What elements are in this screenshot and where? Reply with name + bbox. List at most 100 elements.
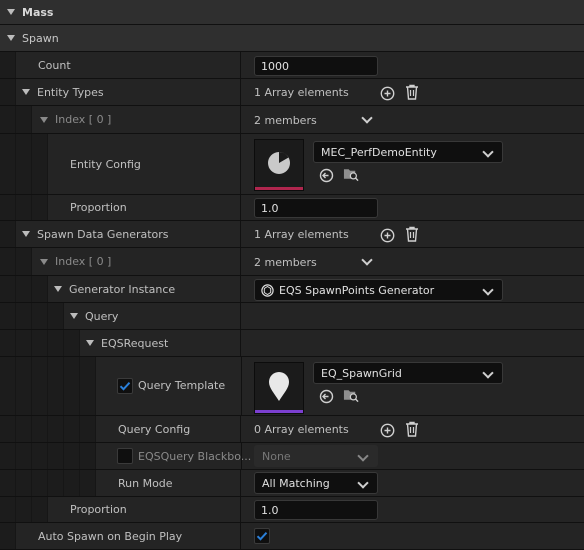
indent-gutter xyxy=(32,357,48,415)
class-icon xyxy=(261,283,274,297)
mass-category-header[interactable]: Mass xyxy=(0,0,584,25)
map-pin-icon xyxy=(269,372,289,401)
eqs-blackboard-row: EQSQuery Blackbo... None xyxy=(0,443,584,470)
count-input[interactable]: 1000 xyxy=(254,56,378,76)
collapse-arrow-icon[interactable] xyxy=(22,89,30,95)
query-template-thumbnail[interactable] xyxy=(254,362,304,414)
generator-instance-dropdown[interactable]: EQS SpawnPoints Generator xyxy=(254,279,503,301)
proportion-input[interactable]: 1.0 xyxy=(254,198,378,218)
use-selected-icon[interactable] xyxy=(318,388,334,404)
entity-types-summary: 1 Array elements xyxy=(254,86,349,99)
proportion-input[interactable]: 1.0 xyxy=(254,500,378,520)
generator-instance-row[interactable]: Generator Instance EQS SpawnPoints Gener… xyxy=(0,276,584,303)
checkmark-icon xyxy=(119,382,131,391)
auto-spawn-row: Auto Spawn on Begin Play xyxy=(0,523,584,550)
collapse-arrow-icon[interactable] xyxy=(40,116,48,123)
entity-types-row[interactable]: Entity Types 1 Array elements xyxy=(0,79,584,106)
eqs-blackboard-value: None xyxy=(262,449,291,463)
entity-types-index-row[interactable]: Index [ 0 ] 2 members xyxy=(0,106,584,134)
auto-spawn-label: Auto Spawn on Begin Play xyxy=(38,529,183,543)
checkmark-icon xyxy=(256,532,268,541)
mass-category-label: Mass xyxy=(22,5,54,19)
eqs-blackboard-dropdown[interactable]: None xyxy=(254,445,378,467)
indent-gutter xyxy=(48,443,64,469)
indent-gutter xyxy=(32,443,48,469)
add-element-icon[interactable] xyxy=(379,422,395,438)
chevron-down-icon[interactable] xyxy=(361,254,373,266)
add-element-icon[interactable] xyxy=(379,227,395,243)
run-mode-value: All Matching xyxy=(262,476,330,490)
indent-gutter xyxy=(64,357,80,415)
chevron-down-icon xyxy=(357,477,369,489)
browse-asset-icon[interactable] xyxy=(343,166,359,182)
query-config-row: Query Config 0 Array elements xyxy=(0,416,584,443)
collapse-arrow-icon[interactable] xyxy=(22,231,30,237)
data-asset-pie-icon xyxy=(268,152,290,174)
entity-config-label: Entity Config xyxy=(70,157,141,171)
spawn-data-generators-summary: 1 Array elements xyxy=(254,228,349,241)
collapse-arrow-icon xyxy=(7,35,15,41)
indent-gutter xyxy=(16,357,32,415)
query-template-checkbox[interactable] xyxy=(117,378,133,394)
eqs-blackboard-label: EQSQuery Blackbo... xyxy=(138,450,252,463)
trash-icon[interactable] xyxy=(404,421,420,437)
trash-icon[interactable] xyxy=(404,226,420,242)
indent-gutter xyxy=(0,443,16,469)
spawn-category-label: Spawn xyxy=(22,31,59,45)
entity-config-asset-picker[interactable]: MEC_PerfDemoEntity xyxy=(313,141,503,163)
query-config-label: Query Config xyxy=(118,422,191,436)
trash-icon[interactable] xyxy=(404,84,420,100)
query-template-label: Query Template xyxy=(138,379,226,392)
run-mode-dropdown[interactable]: All Matching xyxy=(254,472,378,494)
query-template-asset-name: EQ_SpawnGrid xyxy=(321,366,402,380)
entity-config-thumbnail[interactable] xyxy=(254,139,304,191)
indent-gutter xyxy=(16,443,32,469)
indent-gutter xyxy=(0,357,16,415)
asset-type-bar xyxy=(255,187,303,190)
chevron-down-icon[interactable] xyxy=(361,112,373,124)
column-divider xyxy=(241,357,242,415)
query-template-asset-picker[interactable]: EQ_SpawnGrid xyxy=(313,362,503,384)
entity-proportion-row: Proportion 1.0 xyxy=(0,195,584,221)
column-divider xyxy=(241,443,242,469)
generator-instance-label: Generator Instance xyxy=(69,282,176,296)
add-element-icon[interactable] xyxy=(379,85,395,101)
collapse-arrow-icon[interactable] xyxy=(40,258,48,265)
chevron-down-icon xyxy=(357,450,369,462)
chevron-down-icon xyxy=(482,367,494,379)
query-template-row: Query Template EQ_SpawnGrid xyxy=(0,357,584,416)
query-row[interactable]: Query xyxy=(0,303,584,330)
eqs-request-row[interactable]: EQSRequest xyxy=(0,330,584,357)
generator-instance-value: EQS SpawnPoints Generator xyxy=(279,283,435,297)
asset-type-bar xyxy=(255,410,303,413)
count-label: Count xyxy=(38,58,71,72)
collapse-arrow-icon[interactable] xyxy=(86,340,94,346)
collapse-arrow-icon[interactable] xyxy=(54,286,62,292)
auto-spawn-checkbox[interactable] xyxy=(254,528,270,544)
spawn-data-generators-label: Spawn Data Generators xyxy=(37,227,169,241)
query-label: Query xyxy=(85,309,119,323)
run-mode-label: Run Mode xyxy=(118,476,173,490)
spawn-category-header[interactable]: Spawn xyxy=(0,25,584,52)
members-summary: 2 members xyxy=(254,256,317,269)
indent-gutter xyxy=(48,357,64,415)
use-selected-icon[interactable] xyxy=(318,167,334,183)
eqs-blackboard-checkbox[interactable] xyxy=(117,448,133,464)
entity-config-row: Entity Config MEC_PerfDemoEntity xyxy=(0,134,584,195)
run-mode-row: Run Mode All Matching xyxy=(0,470,584,497)
proportion-label: Proportion xyxy=(70,201,127,214)
spawn-data-generators-row[interactable]: Spawn Data Generators 1 Array elements xyxy=(0,221,584,248)
proportion-label: Proportion xyxy=(70,503,127,516)
eqs-request-label: EQSRequest xyxy=(101,336,169,350)
generators-index-row[interactable]: Index [ 0 ] 2 members xyxy=(0,248,584,276)
index-label: Index [ 0 ] xyxy=(55,255,112,268)
browse-asset-icon[interactable] xyxy=(343,387,359,403)
entity-config-asset-name: MEC_PerfDemoEntity xyxy=(321,145,437,159)
indent-gutter xyxy=(64,443,80,469)
collapse-arrow-icon[interactable] xyxy=(70,313,78,319)
entity-types-label: Entity Types xyxy=(37,85,104,99)
query-config-summary: 0 Array elements xyxy=(254,423,349,436)
index-label: Index [ 0 ] xyxy=(55,113,112,126)
chevron-down-icon xyxy=(482,284,494,296)
indent-gutter xyxy=(80,443,96,469)
